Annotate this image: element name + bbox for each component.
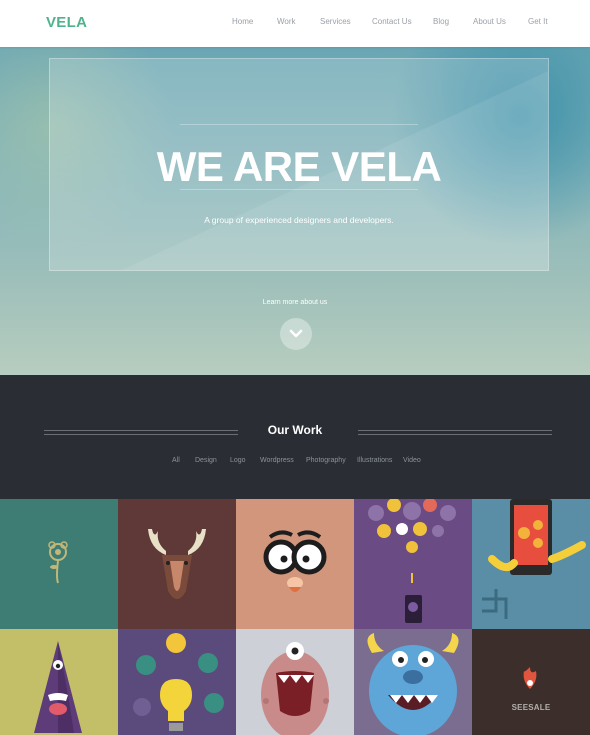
title-rule-right [358, 430, 552, 435]
glasses-face-illustration [263, 530, 327, 592]
flower-illustration [48, 541, 68, 584]
purple-monster-illustration [34, 641, 82, 733]
portfolio-item-seesale[interactable]: SEESALE [472, 629, 590, 735]
nav-item-contact-us[interactable]: Contact Us [372, 17, 412, 26]
filter-logo[interactable]: Logo [230, 457, 246, 464]
phone-apps-illustration [368, 499, 456, 623]
seesale-label: SEESALE [511, 703, 551, 712]
portfolio-item-phone-apps[interactable] [354, 499, 472, 629]
nav-item-services[interactable]: Services [320, 17, 351, 26]
hero-divider-top [180, 124, 418, 125]
portfolio-item-glasses-face[interactable] [236, 499, 354, 629]
filter-video[interactable]: Video [403, 457, 421, 464]
nav-item-blog[interactable]: Blog [433, 17, 449, 26]
portfolio-item-blue-monster[interactable] [354, 629, 472, 735]
nav-item-home[interactable]: Home [232, 17, 253, 26]
filter-design[interactable]: Design [195, 457, 217, 464]
blue-monster-illustration [367, 633, 459, 735]
scroll-down-button[interactable] [280, 318, 312, 350]
lightbulb-ideas-illustration [133, 633, 224, 731]
hero-section: WE ARE VELA A group of experienced desig… [0, 47, 590, 375]
filter-illustrations[interactable]: Illustrations [357, 457, 392, 464]
filter-photography[interactable]: Photography [306, 457, 346, 464]
our-work-section: Our Work All Design Logo Wordpress Photo… [0, 375, 590, 499]
portfolio-item-purple-monster[interactable] [0, 629, 118, 735]
top-navbar: VELA Home Work Services Contact Us Blog … [0, 0, 590, 47]
nav-item-about-us[interactable]: About Us [473, 17, 506, 26]
nav-item-work[interactable]: Work [277, 17, 296, 26]
moose-illustration [148, 529, 206, 599]
portfolio-item-lightbulb-ideas[interactable] [118, 629, 236, 735]
portfolio-item-pink-monster[interactable] [236, 629, 354, 735]
tablet-hands-illustration [482, 499, 586, 619]
filter-wordpress[interactable]: Wordpress [260, 457, 294, 464]
chevron-down-icon [289, 329, 303, 338]
filter-all[interactable]: All [172, 457, 180, 464]
portfolio-item-tablet-hands[interactable] [472, 499, 590, 629]
hero-subtitle: A group of experienced designers and dev… [204, 215, 394, 225]
nav-item-get-it[interactable]: Get It [528, 17, 548, 26]
hero-panel: WE ARE VELA A group of experienced desig… [49, 58, 549, 271]
hero-divider-bottom [180, 189, 418, 190]
learn-more-link[interactable]: Learn more about us [0, 299, 590, 306]
main-menu: Home Work Services Contact Us Blog About… [0, 17, 590, 31]
seesale-logo-icon [523, 667, 537, 689]
portfolio-item-moose[interactable] [118, 499, 236, 629]
portfolio-item-flower[interactable] [0, 499, 118, 629]
hero-title: WE ARE VELA [156, 143, 442, 190]
pink-monster-illustration [261, 642, 329, 735]
